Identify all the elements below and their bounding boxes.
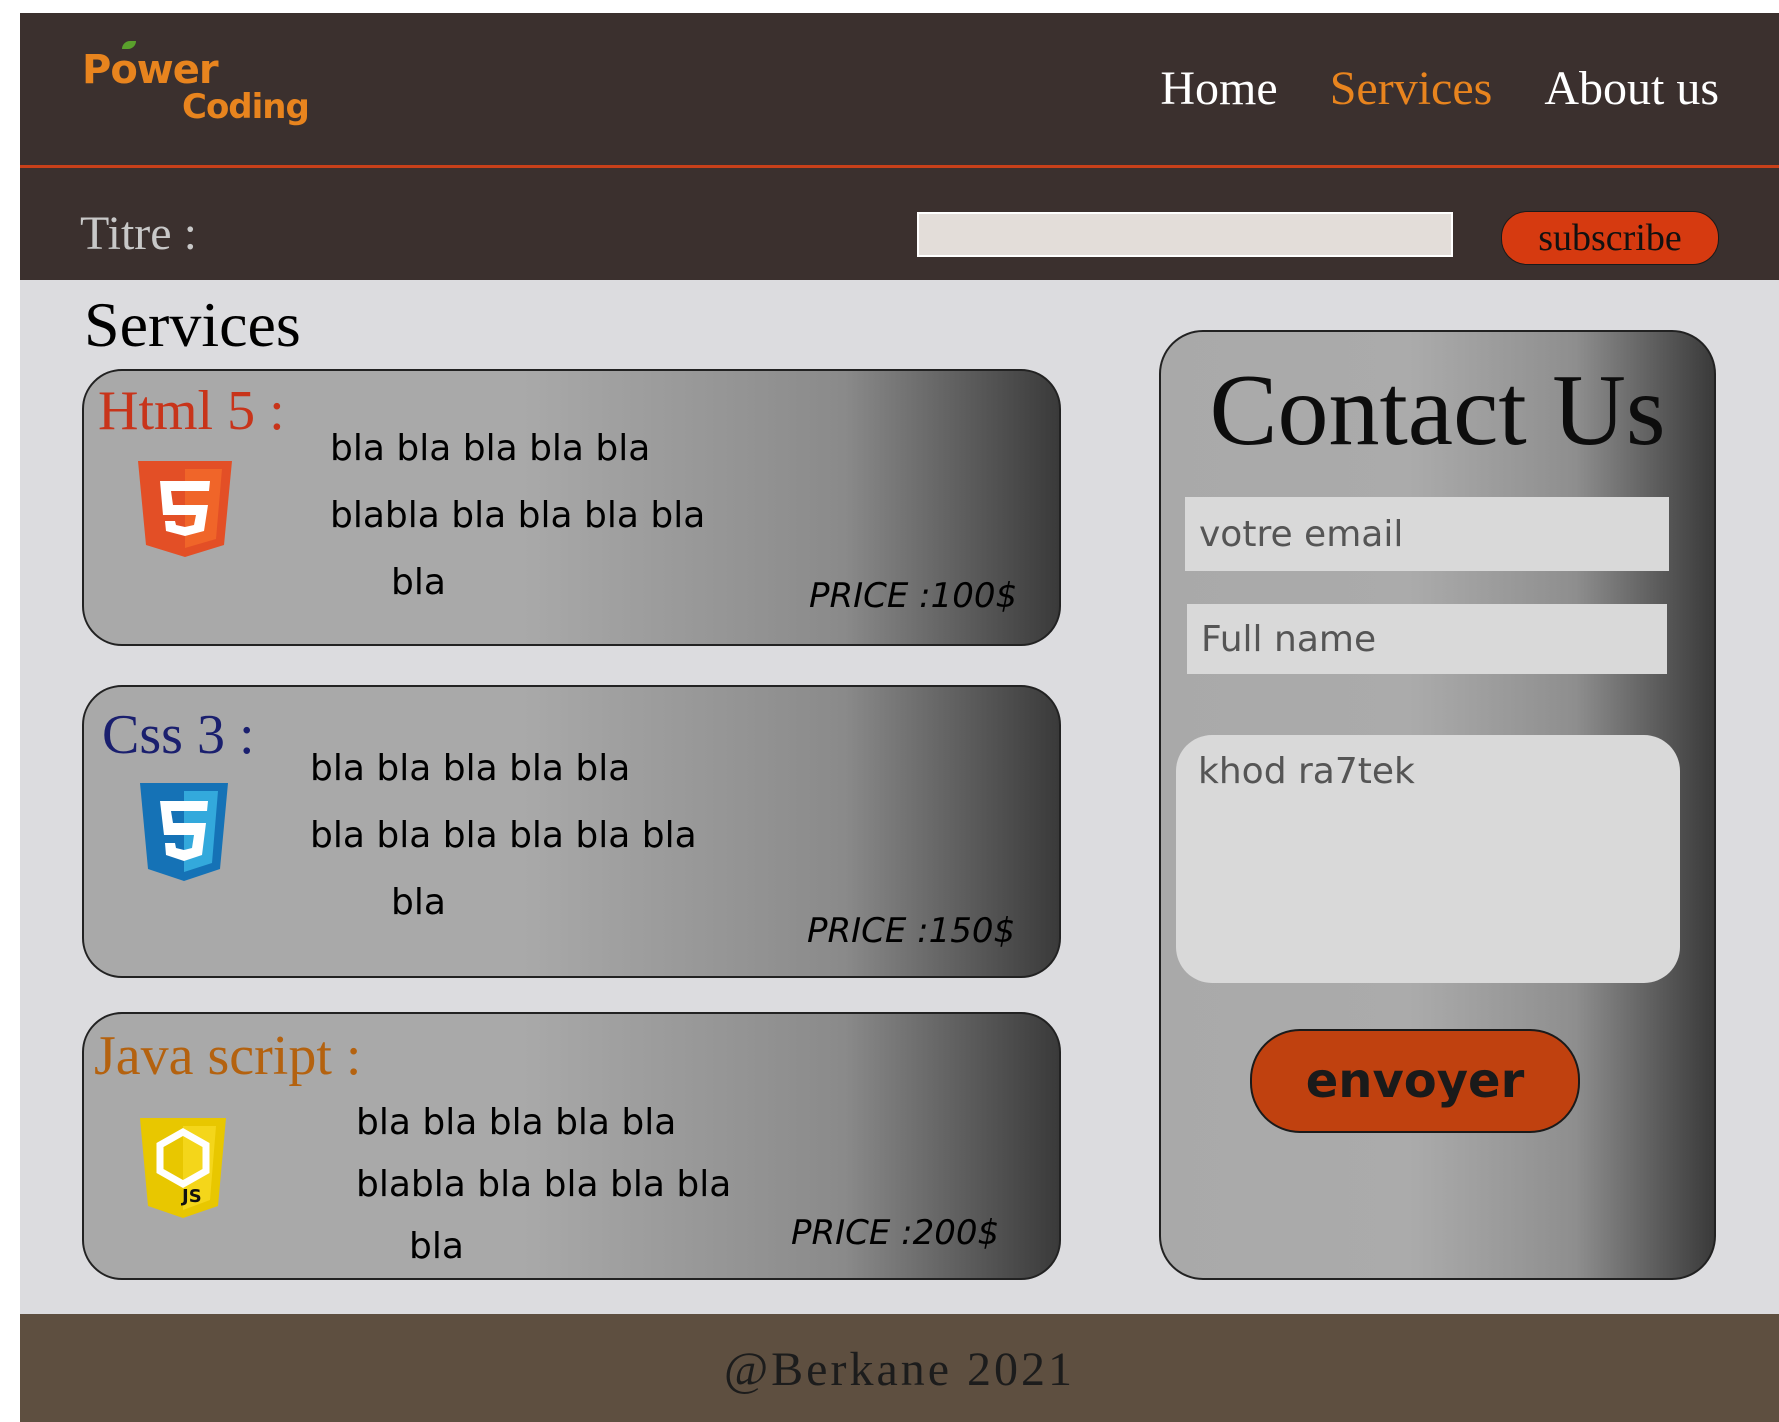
description-line: bla bbox=[391, 562, 446, 603]
nav-home-link[interactable]: Home bbox=[1160, 61, 1277, 116]
card-description: bla bla bla bla bla blabla bla bla bla b… bbox=[356, 1092, 731, 1278]
card-price: PRICE :150$ bbox=[807, 911, 1016, 951]
contact-title: Contact Us bbox=[1209, 354, 1666, 467]
nav-services-link[interactable]: Services bbox=[1330, 61, 1493, 116]
nav-about-link[interactable]: About us bbox=[1544, 61, 1719, 116]
description-line: bla bla bla bla bla bbox=[356, 1102, 677, 1143]
services-heading: Services bbox=[84, 289, 301, 360]
html5-icon bbox=[138, 461, 232, 557]
service-card-css3: Css 3 : bla bla bla bla bla bla bla bla … bbox=[82, 685, 1061, 978]
description-line: bla bla bla bla bla bla bbox=[310, 815, 697, 856]
contact-panel: Contact Us envoyer bbox=[1159, 330, 1716, 1280]
card-title: Css 3 : bbox=[102, 704, 255, 766]
card-description: bla bla bla bla bla blabla bla bla bla b… bbox=[330, 415, 705, 616]
service-card-javascript: Java script : JS bla bla bla bla bla bla… bbox=[82, 1012, 1061, 1280]
card-price: PRICE :100$ bbox=[809, 576, 1018, 616]
main-nav: Home Services About us bbox=[1160, 61, 1719, 116]
titre-input[interactable] bbox=[917, 212, 1453, 257]
envoyer-button[interactable]: envoyer bbox=[1250, 1029, 1580, 1133]
subscribe-bar: Titre : subscribe bbox=[20, 168, 1779, 280]
javascript-icon: JS bbox=[140, 1118, 226, 1218]
description-line: bla bbox=[409, 1226, 464, 1267]
footer-copyright: @Berkane 2021 bbox=[723, 1343, 1076, 1396]
css3-icon bbox=[140, 783, 228, 881]
logo-word-coding: Coding bbox=[182, 87, 310, 127]
service-card-html5: Html 5 : bla bla bla bla bla blabla bla … bbox=[82, 369, 1061, 646]
titre-label: Titre : bbox=[80, 207, 197, 260]
header: Power Coding Home Services About us bbox=[20, 13, 1779, 168]
full-name-input[interactable] bbox=[1187, 604, 1667, 674]
description-line: blabla bla bla bla bla bbox=[330, 495, 706, 536]
description-line: bla bla bla bla bla bbox=[310, 748, 631, 789]
card-title: Html 5 : bbox=[98, 380, 285, 442]
subscribe-button[interactable]: subscribe bbox=[1501, 211, 1719, 265]
description-line: bla bbox=[391, 882, 446, 923]
description-line: bla bla bla bla bla bbox=[330, 428, 651, 469]
description-line: blabla bla bla bla bla bbox=[356, 1164, 732, 1205]
message-textarea[interactable] bbox=[1176, 735, 1680, 983]
card-description: bla bla bla bla bla bla bla bla bla bla … bbox=[310, 735, 697, 936]
svg-text:JS: JS bbox=[180, 1186, 202, 1207]
email-input[interactable] bbox=[1185, 497, 1669, 571]
card-title: Java script : bbox=[94, 1025, 362, 1087]
page: Power Coding Home Services About us Titr… bbox=[20, 13, 1779, 1422]
logo[interactable]: Power Coding bbox=[82, 41, 322, 137]
footer: @Berkane 2021 bbox=[20, 1314, 1779, 1422]
card-price: PRICE :200$ bbox=[791, 1213, 1000, 1253]
